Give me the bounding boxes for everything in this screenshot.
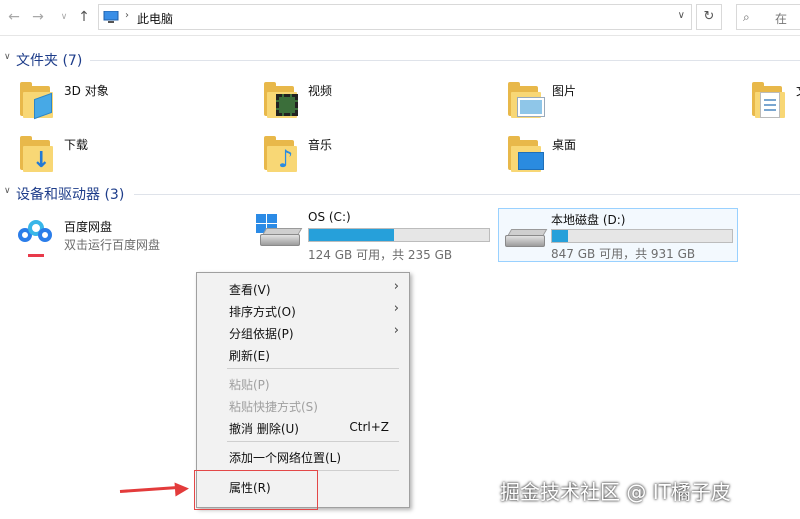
watermark-text: 掘金技术社区 @ IT橘子皮 [500, 480, 731, 504]
forward-arrow-icon[interactable]: → [30, 8, 46, 26]
search-box[interactable]: ⌕ 在 [736, 4, 800, 30]
submenu-arrow-icon: › [393, 279, 399, 294]
folder-documents[interactable]: 文 [752, 78, 800, 122]
folder-downloads[interactable]: ↓ 下载 [20, 132, 140, 176]
address-bar[interactable]: › 此电脑 ∨ [98, 4, 692, 30]
pictures-folder-icon [508, 82, 545, 118]
folder-3d-objects[interactable]: 3D 对象 [20, 78, 140, 122]
drive-name: OS (C:) [308, 210, 351, 224]
baidu-netdisk-icon [18, 218, 54, 258]
menu-item-paste[interactable]: 粘贴(P) [197, 372, 409, 394]
section-divider [90, 60, 800, 61]
desktop-folder-icon [508, 136, 544, 172]
recent-dropdown-icon[interactable]: ∨ [56, 8, 72, 26]
menu-item-paste-shortcut[interactable]: 粘贴快捷方式(S) [197, 394, 409, 416]
drive-d[interactable]: 本地磁盘 (D:) 847 GB 可用，共 931 GB [498, 208, 738, 262]
menu-item-group-by[interactable]: 分组依据(P) › [197, 321, 409, 343]
refresh-icon[interactable]: ↻ [696, 4, 722, 30]
baidu-netdisk-name: 百度网盘 [64, 220, 113, 234]
folder-label: 文 [796, 82, 800, 99]
devices-section-title: 设备和驱动器 (3) [16, 187, 125, 203]
drive-usage-bar [308, 228, 490, 242]
drive-name: 本地磁盘 (D:) [551, 213, 626, 227]
devices-section-header[interactable]: ∨ 设备和驱动器 (3) [0, 184, 800, 204]
submenu-arrow-icon: › [393, 301, 399, 316]
drive-free-space: 124 GB 可用，共 235 GB [308, 248, 453, 262]
search-placeholder: 在 [775, 12, 788, 26]
annotation-highlight-box [194, 470, 318, 510]
baidu-netdisk-subtitle: 双击运行百度网盘 [64, 238, 161, 252]
folder-label: 音乐 [308, 138, 333, 152]
annotation-arrowhead-icon [174, 481, 190, 497]
folders-section-title: 文件夹 (7) [16, 53, 83, 69]
menu-item-sort-by[interactable]: 排序方式(O) › [197, 299, 409, 321]
breadcrumb-separator-icon: › [125, 10, 129, 21]
address-toolbar: ← → ∨ ↑ › 此电脑 ∨ ↻ ⌕ 在 [0, 0, 800, 36]
folder-pictures[interactable]: 图片 [508, 78, 628, 122]
folder-desktop[interactable]: 桌面 [508, 132, 628, 176]
menu-item-refresh[interactable]: 刷新(E) [197, 343, 409, 365]
menu-separator [227, 441, 399, 442]
section-divider [134, 194, 800, 195]
folder-label: 视频 [308, 84, 333, 98]
folder-videos[interactable]: 视频 [264, 78, 384, 122]
menu-shortcut: Ctrl+Z [349, 420, 389, 434]
drive-usage-fill [309, 229, 394, 241]
address-dropdown-icon[interactable]: ∨ [678, 10, 685, 21]
search-icon: ⌕ [743, 10, 750, 24]
baidu-netdisk-item[interactable]: 百度网盘 双击运行百度网盘 [14, 212, 214, 262]
folder-label: 图片 [552, 84, 577, 98]
drive-usage-bar [551, 229, 733, 243]
submenu-arrow-icon: › [393, 323, 399, 338]
folder-label: 桌面 [552, 138, 577, 152]
3d-objects-folder-icon [20, 82, 56, 120]
folder-label: 下载 [64, 138, 89, 152]
back-arrow-icon[interactable]: ← [6, 8, 22, 26]
menu-item-undo-delete[interactable]: 撤消 删除(U) Ctrl+Z [197, 416, 409, 438]
windows-drive-icon [256, 214, 303, 254]
annotation-arrow-icon [119, 485, 178, 493]
drive-free-space: 847 GB 可用，共 931 GB [551, 247, 696, 261]
folder-label: 3D 对象 [64, 84, 109, 98]
up-arrow-icon[interactable]: ↑ [76, 8, 92, 26]
breadcrumb-this-pc[interactable]: 此电脑 [137, 10, 173, 27]
menu-item-add-network-location[interactable]: 添加一个网络位置(L) [197, 445, 409, 467]
menu-separator [227, 368, 399, 369]
folder-music[interactable]: ♪ 音乐 [264, 132, 384, 176]
collapse-chevron-icon[interactable]: ∨ [4, 52, 11, 62]
music-folder-icon: ♪ [264, 136, 300, 172]
menu-item-view[interactable]: 查看(V) › [197, 277, 409, 299]
hard-drive-icon [501, 215, 548, 255]
drive-usage-fill [552, 230, 569, 242]
this-pc-icon [103, 11, 119, 23]
videos-folder-icon [264, 82, 300, 118]
downloads-folder-icon: ↓ [20, 136, 56, 172]
drive-c[interactable]: OS (C:) 124 GB 可用，共 235 GB [256, 208, 492, 262]
collapse-chevron-icon[interactable]: ∨ [4, 186, 11, 196]
folders-section-header[interactable]: ∨ 文件夹 (7) [0, 50, 800, 70]
documents-folder-icon [752, 82, 788, 118]
